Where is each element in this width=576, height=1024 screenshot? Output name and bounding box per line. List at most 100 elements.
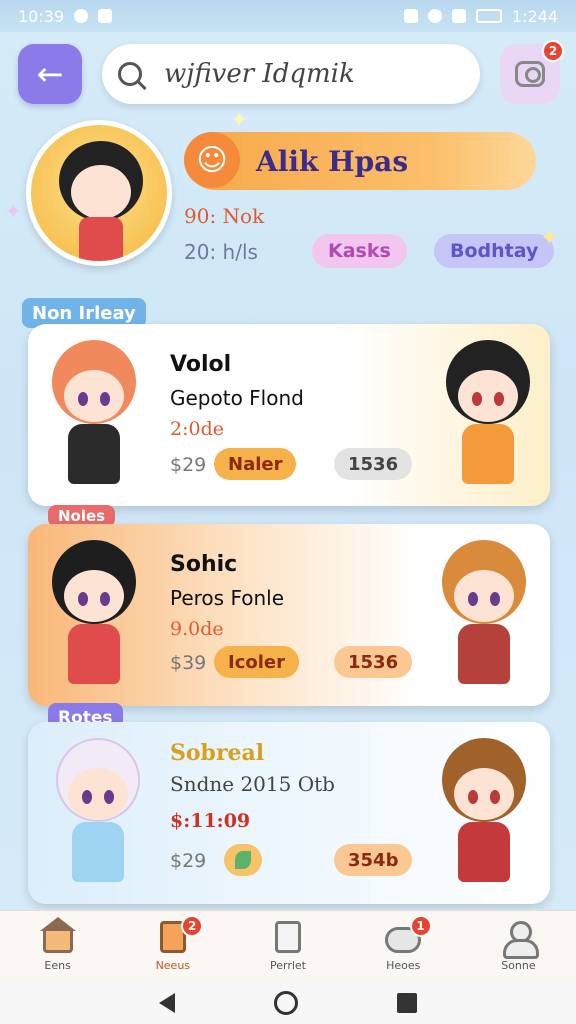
nav-item-sonne[interactable]: Sonne bbox=[461, 911, 576, 982]
character-eye bbox=[78, 392, 88, 406]
character-eye bbox=[100, 392, 110, 406]
status-time: 10:39 bbox=[18, 6, 65, 26]
nav-label: Sonne bbox=[501, 959, 536, 972]
card-title: Sohic bbox=[170, 552, 238, 577]
card-price: $29 bbox=[170, 454, 207, 476]
back-triangle-icon[interactable] bbox=[159, 993, 176, 1013]
character-eye bbox=[468, 592, 478, 606]
card-title: Volol bbox=[170, 352, 232, 377]
search-input[interactable]: wjfiver Idqmik bbox=[164, 59, 355, 89]
signal-icon bbox=[451, 9, 466, 23]
app-icon bbox=[98, 9, 113, 23]
card-price: $29 bbox=[170, 850, 207, 872]
character-body bbox=[458, 624, 510, 684]
profile-stat-2: 20: h/ls bbox=[184, 240, 258, 264]
status-left: 10:39 bbox=[18, 6, 113, 26]
character-face bbox=[68, 768, 128, 820]
nav-label: Heoes bbox=[386, 959, 421, 972]
card-action-button[interactable]: Icoler bbox=[214, 646, 299, 678]
sparkle-icon: ✦ bbox=[4, 200, 23, 225]
recents-square-icon[interactable] bbox=[396, 993, 417, 1013]
character-face bbox=[458, 370, 518, 422]
nav-label: Eens bbox=[44, 959, 71, 972]
nav-label: Neeus bbox=[155, 959, 191, 972]
notification-badge: 2 bbox=[542, 40, 564, 62]
character-eye bbox=[490, 790, 500, 804]
character-body bbox=[68, 424, 120, 484]
bottom-navigation: Eens 2 Neeus Perrlet 1 Heoes Sonne bbox=[0, 910, 576, 982]
back-button[interactable]: ← bbox=[18, 44, 82, 104]
profile-stat-1: 90: Nok bbox=[184, 204, 265, 228]
character-body bbox=[458, 822, 510, 882]
list-icon bbox=[275, 921, 301, 953]
nav-badge: 1 bbox=[409, 915, 432, 937]
home-icon bbox=[39, 917, 76, 953]
card-subtitle: Sndne 2015 Otb bbox=[170, 772, 335, 796]
battery-icon bbox=[475, 9, 502, 23]
nav-label: Perrlet bbox=[270, 959, 306, 972]
profile-name: Alik Hpas bbox=[256, 144, 409, 178]
character-body bbox=[68, 624, 120, 684]
character-eye bbox=[104, 790, 114, 804]
character-eye bbox=[82, 790, 92, 804]
card-count: 1536 bbox=[334, 448, 413, 480]
character-eye bbox=[100, 592, 110, 606]
sparkle-icon: ✦ bbox=[540, 226, 559, 251]
card-count: 1536 bbox=[334, 646, 413, 678]
event-card-3[interactable]: Sobreal Sndne 2015 Otb $:11:09 $29 354b bbox=[28, 722, 550, 904]
avatar-body bbox=[79, 217, 123, 261]
nav-badge: 2 bbox=[181, 915, 204, 937]
profile-avatar[interactable] bbox=[26, 120, 172, 266]
arrow-left-icon: ← bbox=[36, 55, 64, 93]
camera-button[interactable]: 2 bbox=[500, 40, 564, 104]
top-row: ← wjfiver Idqmik 2 bbox=[16, 40, 564, 108]
nav-item-news[interactable]: 2 Neeus bbox=[115, 911, 230, 982]
card-date: 9.0de bbox=[170, 618, 224, 640]
user-icon bbox=[501, 921, 540, 959]
wifi-icon bbox=[427, 9, 442, 23]
card-date: $:11:09 bbox=[170, 810, 251, 832]
character-face bbox=[454, 768, 514, 820]
character-image bbox=[428, 738, 540, 888]
card-action-button[interactable] bbox=[224, 844, 262, 876]
character-eye bbox=[468, 790, 478, 804]
card-price: $39 bbox=[170, 652, 207, 674]
status-right: 1:244 bbox=[403, 6, 558, 26]
search-bar[interactable]: wjfiver Idqmik bbox=[102, 44, 480, 104]
character-eye bbox=[494, 392, 504, 406]
character-image bbox=[42, 738, 154, 888]
leaf-icon bbox=[235, 851, 251, 869]
nav-item-perrlet[interactable]: Perrlet bbox=[230, 911, 345, 982]
nav-item-home[interactable]: Eens bbox=[0, 911, 115, 982]
character-image bbox=[428, 540, 540, 690]
character-image bbox=[38, 340, 150, 490]
tag-kasks[interactable]: Kasks bbox=[312, 234, 407, 268]
character-eye bbox=[472, 392, 482, 406]
event-card-2[interactable]: Sohic Peros Fonle 9.0de $39 Icoler 1536 bbox=[28, 524, 550, 706]
character-eye bbox=[490, 592, 500, 606]
status-clock: 1:244 bbox=[511, 6, 558, 26]
card-subtitle: Gepoto Flond bbox=[170, 386, 304, 410]
card-count: 354b bbox=[334, 844, 413, 876]
character-face bbox=[454, 570, 514, 622]
card-title: Sobreal bbox=[170, 740, 265, 766]
character-face bbox=[64, 570, 124, 622]
character-body bbox=[462, 424, 514, 484]
search-icon bbox=[118, 62, 142, 86]
system-navigation bbox=[0, 982, 576, 1024]
sparkle-icon: ✦ bbox=[230, 108, 249, 133]
notification-icon bbox=[74, 9, 89, 23]
card-action-button[interactable]: Naler bbox=[214, 448, 297, 480]
event-card-1[interactable]: Volol Gepoto Flond 2:0de $29 Naler 1536 bbox=[28, 324, 550, 506]
character-body bbox=[72, 822, 124, 882]
nav-item-heoes[interactable]: 1 Heoes bbox=[346, 911, 461, 982]
emoji-face-icon: ☺ bbox=[184, 132, 240, 188]
character-image bbox=[432, 340, 544, 490]
character-eye bbox=[78, 592, 88, 606]
card-subtitle: Peros Fonle bbox=[170, 586, 285, 610]
status-bar: 10:39 1:244 bbox=[0, 0, 576, 32]
character-image bbox=[38, 540, 150, 690]
tag-bodhtay[interactable]: Bodhtay bbox=[434, 234, 555, 268]
camera-icon bbox=[515, 61, 545, 87]
home-circle-icon[interactable] bbox=[273, 991, 298, 1015]
